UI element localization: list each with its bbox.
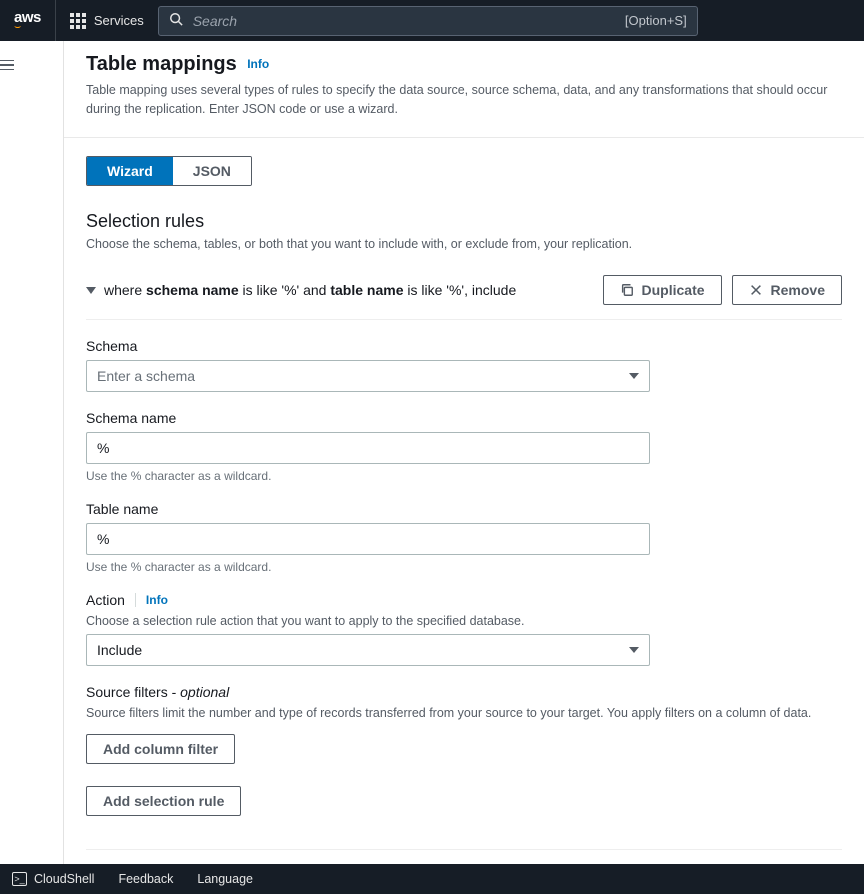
schema-select-placeholder: Enter a schema xyxy=(97,368,195,384)
action-select[interactable]: Include xyxy=(86,634,650,666)
caret-down-icon xyxy=(629,373,639,379)
duplicate-button[interactable]: Duplicate xyxy=(603,275,722,305)
search-bar[interactable]: [Option+S] xyxy=(158,6,698,36)
divider xyxy=(135,593,136,607)
section-desc-selection-rules: Choose the schema, tables, or both that … xyxy=(86,235,842,254)
field-label-action-row: Action Info xyxy=(86,592,842,608)
editor-mode-tabs: Wizard JSON xyxy=(86,156,252,186)
table-name-hint: Use the % character as a wildcard. xyxy=(86,560,842,574)
table-name-input[interactable] xyxy=(86,523,650,555)
field-schema-name: Schema name Use the % character as a wil… xyxy=(86,410,842,483)
field-label-source-filters: Source filters - optional xyxy=(86,684,842,700)
add-column-filter-button[interactable]: Add column filter xyxy=(86,734,235,764)
side-nav-toggle[interactable] xyxy=(0,50,18,80)
bottom-bar: >_ CloudShell Feedback Language xyxy=(0,864,864,894)
rule-summary[interactable]: where schema name is like '%' and table … xyxy=(86,282,516,298)
tab-wizard[interactable]: Wizard xyxy=(87,157,173,185)
search-shortcut-hint: [Option+S] xyxy=(625,13,687,28)
source-filters-desc: Source filters limit the number and type… xyxy=(86,706,842,720)
caret-down-icon xyxy=(86,287,96,294)
rule-actions: Duplicate Remove xyxy=(603,275,842,305)
field-schema: Schema Enter a schema xyxy=(86,338,842,392)
feedback-link[interactable]: Feedback xyxy=(118,872,173,886)
schema-name-input[interactable] xyxy=(86,432,650,464)
page-header: Table mappings Info Table mapping uses s… xyxy=(64,41,864,138)
remove-button[interactable]: Remove xyxy=(732,275,842,305)
caret-down-icon xyxy=(629,647,639,653)
add-selection-rule-button[interactable]: Add selection rule xyxy=(86,786,241,816)
action-select-value: Include xyxy=(97,642,142,658)
field-label-schema: Schema xyxy=(86,338,842,354)
main-content: Table mappings Info Table mapping uses s… xyxy=(63,41,864,864)
close-icon xyxy=(749,283,763,297)
grid-icon xyxy=(70,13,86,29)
rule-summary-text: where schema name is like '%' and table … xyxy=(104,282,516,298)
field-label-schema-name: Schema name xyxy=(86,410,842,426)
cloudshell-icon: >_ xyxy=(12,872,27,886)
search-icon xyxy=(169,12,183,29)
page-subtitle: Table mapping uses several types of rule… xyxy=(86,81,842,119)
language-link[interactable]: Language xyxy=(197,872,253,886)
services-label: Services xyxy=(94,13,144,28)
cloudshell-button[interactable]: >_ CloudShell xyxy=(12,872,94,886)
field-label-action: Action xyxy=(86,592,125,608)
field-action: Action Info Choose a selection rule acti… xyxy=(86,592,842,666)
top-navigation: aws ⌣ Services [Option+S] xyxy=(0,0,864,41)
info-link-action[interactable]: Info xyxy=(146,593,168,607)
search-input[interactable] xyxy=(193,13,615,29)
schema-select[interactable]: Enter a schema xyxy=(86,360,650,392)
copy-icon xyxy=(620,283,634,297)
field-table-name: Table name Use the % character as a wild… xyxy=(86,501,842,574)
hamburger-icon xyxy=(0,60,14,71)
action-desc: Choose a selection rule action that you … xyxy=(86,614,842,628)
aws-logo[interactable]: aws ⌣ xyxy=(14,0,56,41)
section-title-selection-rules: Selection rules xyxy=(86,211,842,232)
services-button[interactable]: Services xyxy=(70,13,144,29)
rule-header-row: where schema name is like '%' and table … xyxy=(86,275,842,320)
schema-name-hint: Use the % character as a wildcard. xyxy=(86,469,842,483)
field-source-filters: Source filters - optional Source filters… xyxy=(86,684,842,720)
page-title: Table mappings xyxy=(86,53,237,76)
info-link-header[interactable]: Info xyxy=(247,57,269,71)
tab-json[interactable]: JSON xyxy=(173,157,251,185)
field-label-table-name: Table name xyxy=(86,501,842,517)
